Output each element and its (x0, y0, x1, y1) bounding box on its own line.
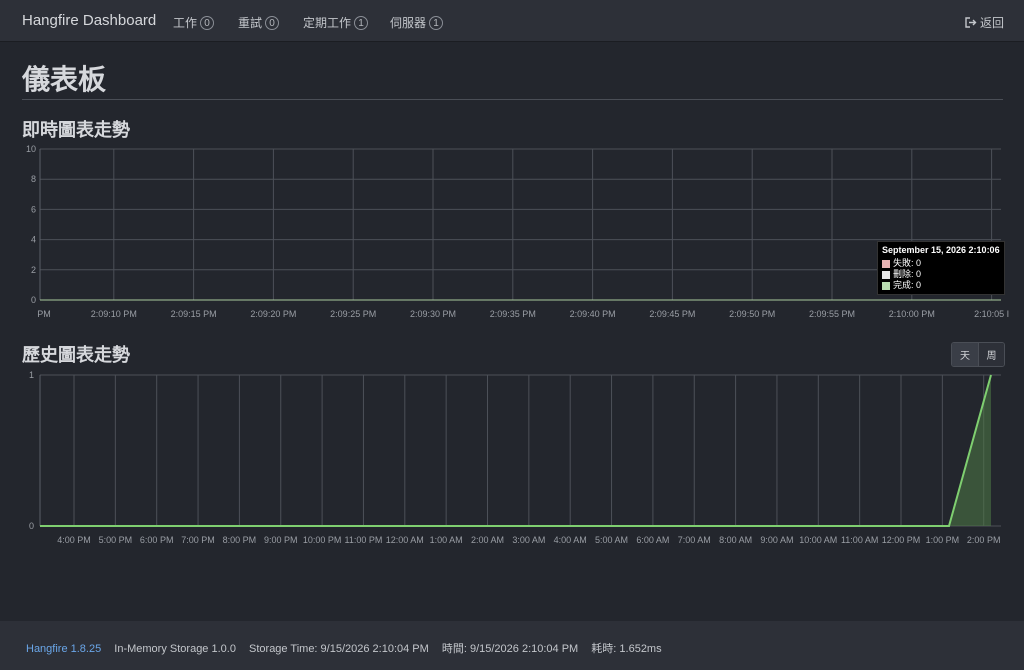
x-tick-label: 10:00 PM (303, 535, 342, 545)
server-time: 時間: 9/15/2026 2:10:04 PM (441, 643, 579, 655)
x-tick-label: 3:00 AM (512, 535, 545, 545)
x-tick-label: 11:00 AM (841, 535, 878, 545)
y-tick-label: 0 (29, 521, 34, 531)
x-tick-label: 10:00 AM (799, 535, 837, 545)
elapsed-time: 耗時: 1.652ms (591, 643, 662, 655)
x-tick-label: 6:00 PM (140, 535, 174, 545)
x-tick-label: 12:00 AM (386, 535, 424, 545)
x-tick-label: 1:00 PM (926, 535, 960, 545)
x-tick-label: 12:00 PM (882, 535, 921, 545)
x-tick-label: 9:00 PM (264, 535, 298, 545)
series-line (40, 374, 992, 527)
x-tick-label: 7:00 PM (181, 535, 215, 545)
storage-time: Storage Time: 9/15/2026 2:10:04 PM (249, 643, 429, 655)
x-tick-label: 8:00 PM (223, 535, 257, 545)
x-tick-label: 4:00 PM (57, 535, 91, 545)
series-area (40, 375, 991, 526)
x-tick-label: 6:00 AM (636, 535, 669, 545)
version-link[interactable]: Hangfire 1.8.25 (26, 643, 101, 655)
history-chart: 0 1 4:00 PM 5:00 PM 6:00 PM 7:00 PM 8:00 PM 9:0… (29, 370, 1001, 545)
y-tick-label: 1 (29, 370, 34, 380)
x-tick-label: 4:00 AM (554, 535, 587, 545)
x-tick-label: 5:00 AM (595, 535, 628, 545)
x-tick-label: 8:00 AM (719, 535, 752, 545)
x-tick-label: 5:00 PM (99, 535, 133, 545)
x-tick-label: 2:00 AM (471, 535, 504, 545)
storage-info: In-Memory Storage 1.0.0 (114, 643, 236, 655)
x-tick-label: 7:00 AM (678, 535, 711, 545)
x-tick-label: 11:00 PM (345, 535, 383, 545)
x-tick-label: 9:00 AM (760, 535, 793, 545)
x-tick-label: 2:00 PM (967, 535, 1001, 545)
footer: Hangfire 1.8.25 In-Memory Storage 1.0.0 … (0, 621, 1024, 670)
x-tick-label: 1:00 AM (430, 535, 463, 545)
